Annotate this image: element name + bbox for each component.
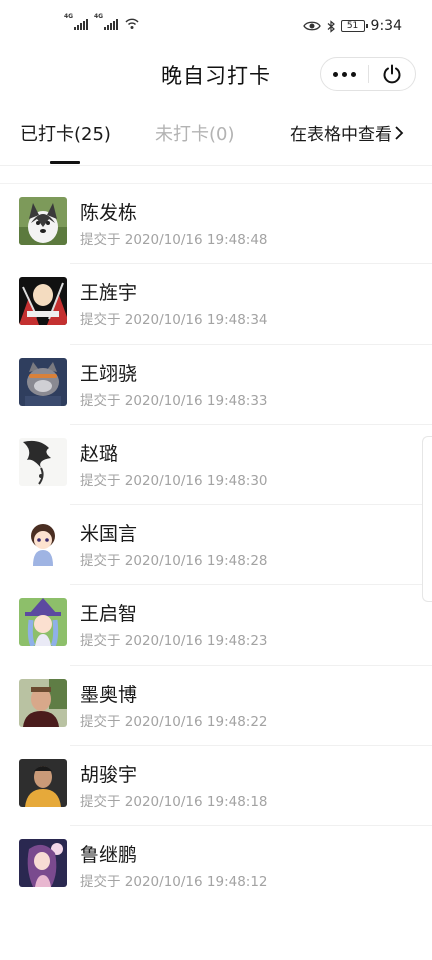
list-item[interactable]: 王旌宇 提交于 2020/10/16 19:48:34	[0, 264, 432, 345]
member-name: 陈发栋	[80, 202, 138, 224]
submit-time: 提交于 2020/10/16 19:48:18	[80, 794, 268, 811]
avatar	[19, 357, 67, 406]
submit-time: 提交于 2020/10/16 19:48:28	[80, 553, 268, 570]
tab-checked-in[interactable]: 已打卡(25)	[20, 120, 111, 146]
list-item[interactable]: 赵璐 提交于 2020/10/16 19:48:30	[0, 425, 432, 506]
network-type-1: 4G	[64, 13, 74, 20]
submit-time: 提交于 2020/10/16 19:48:34	[80, 312, 268, 329]
member-name: 米国言	[80, 523, 138, 546]
active-tab-indicator	[50, 161, 80, 164]
member-name: 赵璐	[80, 442, 119, 465]
power-icon	[383, 64, 401, 84]
list-item[interactable]: 米国言 提交于 2020/10/16 19:48:28	[0, 505, 432, 586]
list-item[interactable]: 鲁继鹏 提交于 2020/10/16 19:48:12	[0, 826, 432, 906]
submit-time: 提交于 2020/10/16 19:48:22	[80, 713, 268, 730]
checkin-list: 陈发栋 提交于 2020/10/16 19:48:48 王旌宇 提交于 2020…	[0, 183, 432, 907]
network-type-2: 4G	[94, 13, 104, 20]
member-name: 王翊骁	[80, 362, 138, 385]
submit-time: 提交于 2020/10/16 19:48:33	[80, 392, 268, 409]
status-right: 51 9:34	[302, 18, 402, 34]
view-in-sheet-label: 在表格中查看	[290, 125, 392, 145]
avatar	[19, 759, 67, 808]
avatar	[19, 598, 67, 647]
more-dot-icon	[341, 71, 347, 77]
list-item[interactable]: 王翊骁 提交于 2020/10/16 19:48:33	[0, 345, 432, 425]
signal-icon-2: 4G	[94, 13, 118, 30]
list-item[interactable]: 胡骏宇 提交于 2020/10/16 19:48:18	[0, 746, 432, 827]
avatar	[19, 277, 67, 326]
close-button[interactable]	[368, 58, 415, 90]
bluetooth-icon	[327, 19, 335, 33]
view-in-sheet-link[interactable]: 在表格中查看	[290, 120, 404, 145]
submit-time: 提交于 2020/10/16 19:48:48	[80, 232, 268, 248]
avatar	[19, 678, 67, 727]
more-dot-icon	[332, 71, 338, 77]
title-bar: 晚自习打卡	[0, 52, 432, 96]
member-name: 王启智	[80, 603, 138, 626]
eye-icon	[302, 21, 321, 31]
avatar	[19, 839, 67, 888]
wifi-icon	[125, 18, 139, 29]
battery-icon: 51	[340, 20, 368, 32]
member-name: 墨奥博	[80, 683, 138, 706]
chevron-right-icon	[395, 125, 404, 140]
avatar	[19, 518, 67, 567]
more-button[interactable]	[321, 58, 368, 90]
signal-group: 4G 4G	[64, 13, 140, 30]
submit-time: 提交于 2020/10/16 19:48:30	[80, 472, 268, 489]
submit-time: 提交于 2020/10/16 19:48:12	[80, 874, 268, 891]
signal-icon-1: 4G	[64, 13, 88, 30]
status-time: 9:34	[370, 18, 402, 34]
submit-time: 提交于 2020/10/16 19:48:23	[80, 633, 268, 650]
tab-not-checked-in[interactable]: 未打卡(0)	[155, 120, 235, 146]
miniprogram-capsule	[320, 57, 416, 91]
side-scroll-handle[interactable]	[422, 436, 432, 602]
avatar	[19, 197, 67, 245]
member-name: 胡骏宇	[80, 764, 138, 787]
status-bar: 4G 4G 51 9:34	[0, 0, 432, 52]
member-name: 王旌宇	[80, 282, 138, 305]
member-name: 鲁继鹏	[80, 844, 138, 867]
list-item[interactable]: 墨奥博 提交于 2020/10/16 19:48:22	[0, 666, 432, 747]
avatar	[19, 437, 67, 486]
more-dot-icon	[350, 71, 356, 77]
tab-bar: 已打卡(25) 未打卡(0) 在表格中查看	[0, 108, 432, 166]
list-item[interactable]: 陈发栋 提交于 2020/10/16 19:48:48	[0, 184, 432, 265]
list-item[interactable]: 王启智 提交于 2020/10/16 19:48:23	[0, 585, 432, 666]
